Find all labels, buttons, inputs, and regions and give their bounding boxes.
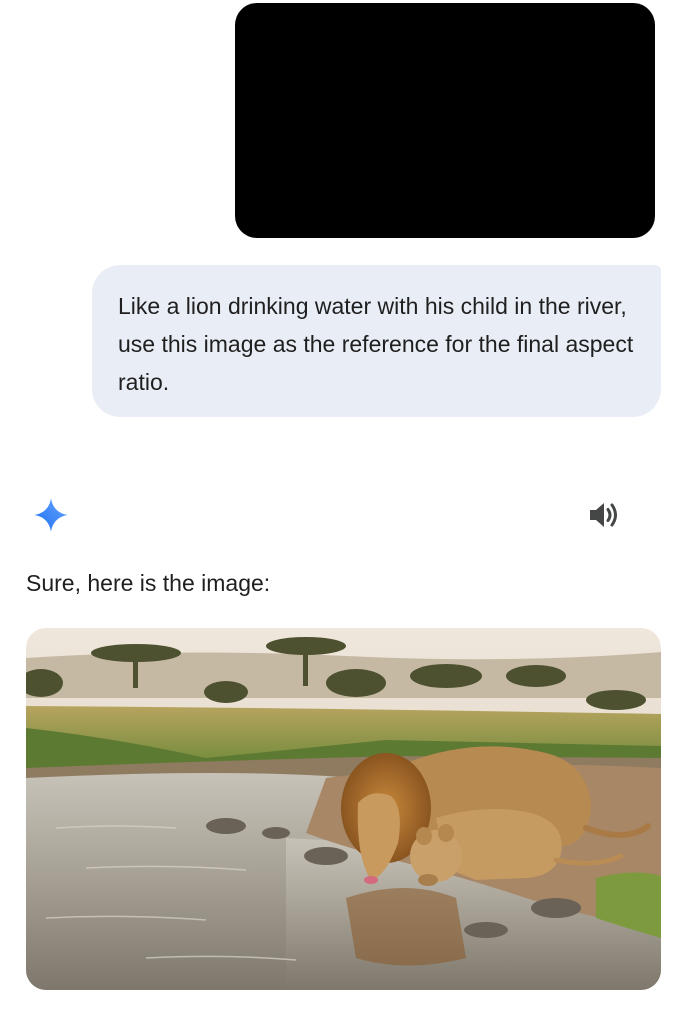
generated-image[interactable] xyxy=(26,628,661,990)
lion-and-cub-illustration xyxy=(26,628,661,990)
assistant-reply-text: Sure, here is the image: xyxy=(26,570,271,596)
user-message-text: Like a lion drinking water with his chil… xyxy=(118,293,634,395)
user-attached-image[interactable] xyxy=(235,3,655,238)
gemini-sparkle-icon xyxy=(34,498,68,532)
user-message-bubble: Like a lion drinking water with his chil… xyxy=(92,265,661,417)
speaker-icon[interactable] xyxy=(586,498,622,532)
